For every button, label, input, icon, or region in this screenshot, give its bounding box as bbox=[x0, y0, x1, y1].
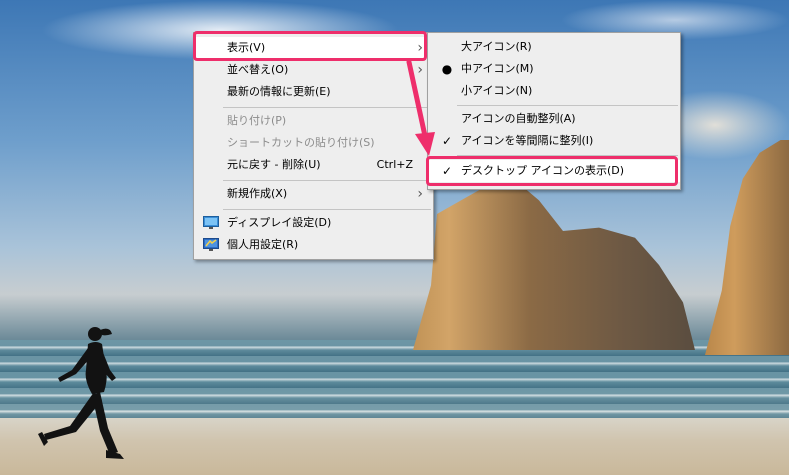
menu-item-label: 貼り付け(P) bbox=[227, 114, 287, 127]
menu-item-label: 大アイコン(R) bbox=[461, 40, 532, 53]
menu-item-personalize[interactable]: 個人用設定(R) bbox=[194, 234, 433, 256]
menu-item-new[interactable]: 新規作成(X) › bbox=[194, 183, 433, 205]
wallpaper-rock-cliff bbox=[705, 140, 789, 355]
annotation-arrow-icon bbox=[406, 59, 435, 156]
menu-item-label: アイコンの自動整列(A) bbox=[461, 112, 576, 125]
menu-separator bbox=[223, 209, 431, 210]
submenu-item-align-to-grid[interactable]: ✓ アイコンを等間隔に整列(I) bbox=[428, 130, 680, 152]
wallpaper-runner-silhouette bbox=[38, 327, 124, 459]
chevron-right-icon: › bbox=[417, 186, 423, 202]
wallpaper-rock-arch bbox=[413, 180, 695, 350]
menu-item-label: 小アイコン(N) bbox=[461, 84, 533, 97]
submenu-item-small-icons[interactable]: 小アイコン(N) bbox=[428, 80, 680, 102]
menu-item-label: 並べ替え(O) bbox=[227, 63, 289, 76]
menu-item-label: 中アイコン(M) bbox=[461, 62, 534, 75]
menu-item-label: 最新の情報に更新(E) bbox=[227, 85, 331, 98]
highlight-box-view bbox=[193, 31, 427, 61]
menu-item-label: 新規作成(X) bbox=[227, 187, 288, 200]
menu-item-label: ディスプレイ設定(D) bbox=[227, 216, 332, 229]
menu-item-label: 個人用設定(R) bbox=[227, 238, 299, 251]
menu-separator bbox=[457, 105, 678, 106]
monitor-icon bbox=[203, 216, 219, 229]
highlight-box-show-desktop-icons bbox=[426, 156, 678, 186]
submenu-item-medium-icons[interactable]: ● 中アイコン(M) bbox=[428, 58, 680, 80]
personalize-icon bbox=[203, 238, 219, 251]
menu-item-label: ショートカットの貼り付け(S) bbox=[227, 136, 375, 149]
menu-separator bbox=[223, 180, 431, 181]
menu-item-label: 元に戻す - 削除(U) bbox=[227, 158, 321, 171]
submenu-item-large-icons[interactable]: 大アイコン(R) bbox=[428, 36, 680, 58]
menu-item-display-settings[interactable]: ディスプレイ設定(D) bbox=[194, 212, 433, 234]
desktop[interactable]: 表示(V) › 並べ替え(O) › 最新の情報に更新(E) 貼り付け(P) ショ… bbox=[0, 0, 789, 475]
submenu-item-auto-arrange[interactable]: アイコンの自動整列(A) bbox=[428, 108, 680, 130]
menu-item-label: アイコンを等間隔に整列(I) bbox=[461, 134, 594, 147]
